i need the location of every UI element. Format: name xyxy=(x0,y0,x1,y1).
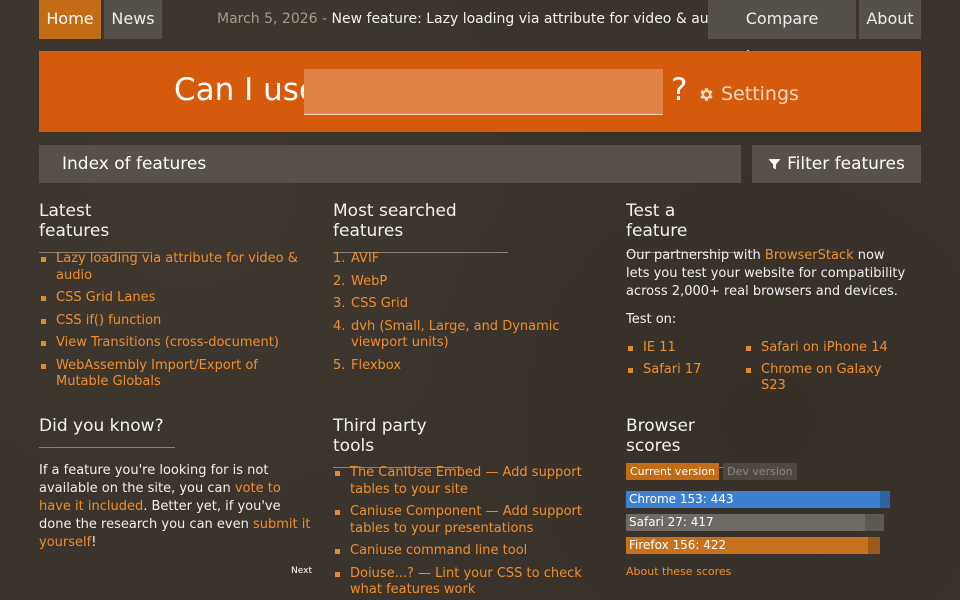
banner-question-mark: ? xyxy=(671,72,688,108)
list-item: View Transitions (cross-document) xyxy=(39,335,319,352)
did-you-know-text: If a feature you're looking for is not a… xyxy=(39,462,314,552)
list-item: Caniuse command line tool xyxy=(333,543,608,560)
most-searched-link[interactable]: dvh (Small, Large, and Dynamic viewport … xyxy=(351,319,560,351)
most-searched-link[interactable]: WebP xyxy=(351,274,387,289)
rank-number: 3. xyxy=(333,296,346,311)
list-item: 4. dvh (Small, Large, and Dynamic viewpor… xyxy=(333,319,588,352)
nav-compare-browsers[interactable]: Compare browsers xyxy=(708,0,856,66)
list-item: Doiuse...? — Lint your CSS to check what… xyxy=(333,566,588,599)
latest-features-list: Lazy loading via attribute for video & a… xyxy=(39,251,319,391)
most-searched-title: Most searched features xyxy=(333,201,508,253)
third-party-link[interactable]: Doiuse...? — Lint your CSS to check what… xyxy=(350,566,582,598)
test-browser-link[interactable]: Safari on iPhone 14 xyxy=(761,340,888,355)
nav-home[interactable]: Home xyxy=(39,0,101,39)
news-headline-link[interactable]: New feature: Lazy loading via attribute … xyxy=(332,11,730,27)
list-item: 5. Flexbox xyxy=(333,358,613,375)
third-party-section: Third party tools The CanIUse Embed — Ad… xyxy=(333,416,608,600)
test-on-list: IE 11 Safari on iPhone 14 Safari 17 Chro… xyxy=(626,340,911,400)
filter-icon xyxy=(768,158,781,169)
third-party-link[interactable]: Caniuse command line tool xyxy=(350,543,527,558)
latest-feature-link[interactable]: Lazy loading via attribute for video & a… xyxy=(56,251,298,283)
tip-text: ! xyxy=(91,535,97,550)
test-browser-link[interactable]: Safari 17 xyxy=(643,362,701,377)
third-party-link[interactable]: Caniuse Component — Add support tables t… xyxy=(350,504,582,536)
latest-feature-link[interactable]: View Transitions (cross-document) xyxy=(56,335,279,350)
list-item: CSS Grid Lanes xyxy=(39,290,319,307)
latest-feature-link[interactable]: CSS if() function xyxy=(56,313,161,328)
did-you-know-section: Did you know? If a feature you're lookin… xyxy=(39,416,314,552)
nav-news[interactable]: News xyxy=(104,0,162,39)
list-item: Chrome on Galaxy S23 xyxy=(744,362,904,394)
search-banner: Can I use ? Settings xyxy=(39,51,921,132)
filter-features-button[interactable]: Filter features xyxy=(752,145,921,183)
score-label: Safari 27: 417 xyxy=(629,515,714,529)
test-on-label: Test on: xyxy=(626,312,677,327)
latest-features-section: Latest features Lazy loading via attribu… xyxy=(39,201,319,397)
list-item: 3. CSS Grid xyxy=(333,296,613,313)
did-you-know-title: Did you know? xyxy=(39,416,175,448)
most-searched-link[interactable]: CSS Grid xyxy=(351,296,408,311)
browserstack-link[interactable]: BrowserStack xyxy=(765,248,854,263)
rank-number: 1. xyxy=(333,251,346,266)
tab-current-version[interactable]: Current version xyxy=(626,463,720,480)
test-browser-link[interactable]: IE 11 xyxy=(643,340,676,355)
third-party-list: The CanIUse Embed — Add support tables t… xyxy=(333,465,608,599)
rank-number: 2. xyxy=(333,273,346,289)
test-feature-title: Test a feature xyxy=(626,201,740,253)
list-item: IE 11 xyxy=(626,340,744,356)
list-item: CSS if() function xyxy=(39,313,319,330)
intro-text: Our partnership with xyxy=(626,248,765,263)
list-item: 1. AVIF xyxy=(333,251,613,268)
latest-feature-link[interactable]: CSS Grid Lanes xyxy=(56,290,155,305)
news-separator: - xyxy=(317,11,332,27)
list-item: The CanIUse Embed — Add support tables t… xyxy=(333,465,608,498)
score-bar: Chrome 153: 443 xyxy=(626,491,906,508)
score-label: Firefox 156: 422 xyxy=(629,538,727,552)
banner-title: Can I use xyxy=(174,72,319,108)
list-item: 2. WebP xyxy=(333,274,613,291)
feature-search-input[interactable] xyxy=(304,69,663,115)
about-scores-link[interactable]: About these scores xyxy=(626,565,906,578)
score-bar: Firefox 156: 422 xyxy=(626,537,906,554)
news-date: March 5, 2026 xyxy=(217,11,318,27)
latest-feature-link[interactable]: WebAssembly Import/Export of Mutable Glo… xyxy=(56,358,258,390)
rank-number: 4. xyxy=(333,318,346,334)
test-browser-link[interactable]: Chrome on Galaxy S23 xyxy=(761,362,881,393)
browser-scores-title: Browser scores xyxy=(626,416,740,468)
latest-features-title: Latest features xyxy=(39,201,150,253)
list-item: Safari on iPhone 14 xyxy=(744,340,904,356)
index-of-features-button[interactable]: Index of features xyxy=(39,145,741,183)
tab-dev-version[interactable]: Dev version xyxy=(723,463,797,480)
settings-label: Settings xyxy=(721,83,799,105)
score-label: Chrome 153: 443 xyxy=(629,492,734,506)
most-searched-link[interactable]: Flexbox xyxy=(351,358,401,373)
rank-number: 5. xyxy=(333,357,346,373)
list-item: Safari 17 xyxy=(626,362,744,394)
list-item: Lazy loading via attribute for video & a… xyxy=(39,251,319,284)
next-tip-button[interactable]: Next xyxy=(291,566,312,576)
nav-about[interactable]: About xyxy=(859,0,921,39)
list-item: Caniuse Component — Add support tables t… xyxy=(333,504,608,537)
filter-features-label: Filter features xyxy=(787,154,905,174)
score-bar: Safari 27: 417 xyxy=(626,514,906,531)
browserstack-intro: Our partnership with BrowserStack now le… xyxy=(626,247,911,301)
most-searched-section: Most searched features 1. AVIF 2. WebP 3. C… xyxy=(333,201,613,380)
third-party-title: Third party tools xyxy=(333,416,463,468)
most-searched-list: 1. AVIF 2. WebP 3. CSS Grid 4. dvh (Small, L… xyxy=(333,251,613,374)
score-bars: Chrome 153: 443 Safari 27: 417 Firefox 156… xyxy=(626,491,906,554)
third-party-link[interactable]: The CanIUse Embed — Add support tables t… xyxy=(350,465,582,497)
news-line: March 5, 2026 - New feature: Lazy loadin… xyxy=(217,0,730,39)
version-tabs: Current version Dev version xyxy=(626,463,906,480)
list-item: WebAssembly Import/Export of Mutable Glo… xyxy=(39,358,289,391)
most-searched-link[interactable]: AVIF xyxy=(351,251,379,266)
settings-button[interactable]: Settings xyxy=(698,83,799,105)
gear-icon xyxy=(700,87,713,101)
top-nav: Home News March 5, 2026 - New feature: L… xyxy=(39,0,921,66)
browser-scores-section: Browser scores Current version Dev versi… xyxy=(626,416,906,578)
test-feature-section: Test a feature Our partnership with Brow… xyxy=(626,201,911,400)
